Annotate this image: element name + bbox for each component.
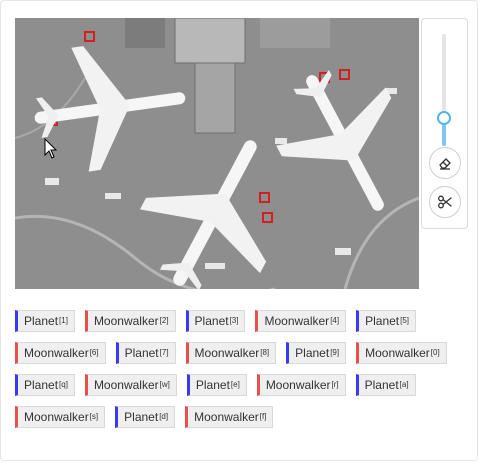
tag-label: Planet: [24, 378, 59, 392]
tag-label: Planet: [195, 378, 230, 392]
tag-hotkey: [1]: [59, 315, 68, 325]
label-tag-moonwalker[interactable]: Moonwalker [2]: [84, 310, 176, 332]
tag-hotkey: [d]: [159, 411, 169, 421]
scissors-icon: [438, 195, 452, 209]
label-tag-list: Planet [1] Moonwalker [2] Planet [3] Moonwalke…: [15, 310, 465, 438]
label-tag-planet[interactable]: Planet [5]: [356, 310, 417, 332]
label-tag-planet[interactable]: Planet [1]: [15, 310, 75, 332]
tag-label: Moonwalker: [265, 378, 331, 392]
tag-row: Planet [q] Moonwalker [w] Planet [e] Moonwalke…: [15, 374, 465, 396]
scissors-button[interactable]: [429, 186, 461, 218]
tag-label: Planet: [194, 314, 229, 328]
tag-label: Moonwalker: [194, 410, 259, 424]
terminal-building: [174, 18, 246, 64]
label-tag-planet[interactable]: Planet [9]: [286, 342, 347, 364]
tag-label: Planet: [24, 314, 59, 328]
label-tag-moonwalker[interactable]: Moonwalker [w]: [84, 374, 177, 396]
label-tag-planet[interactable]: Planet [7]: [115, 342, 176, 364]
tag-label: Moonwalker: [24, 410, 89, 424]
label-tag-planet[interactable]: Planet [3]: [185, 310, 246, 332]
zoom-slider-thumb[interactable]: [437, 111, 451, 125]
label-tag-moonwalker[interactable]: Moonwalker [4]: [255, 310, 347, 332]
label-tag-planet[interactable]: Planet [q]: [15, 374, 75, 396]
label-tag-planet[interactable]: Planet [a]: [355, 374, 416, 396]
tag-hotkey: [7]: [159, 347, 169, 357]
zoom-slider[interactable]: [442, 34, 446, 146]
vehicle: [45, 178, 59, 185]
eraser-button[interactable]: [429, 147, 461, 179]
tool-panel: [421, 18, 468, 229]
tag-label: Planet: [124, 410, 159, 424]
tag-label: Moonwalker: [24, 346, 89, 360]
tag-label: Planet: [364, 378, 399, 392]
tag-label: Planet: [365, 314, 400, 328]
tag-hotkey: [4]: [330, 315, 340, 325]
tag-label: Moonwalker: [365, 346, 430, 360]
terminal-building: [125, 18, 165, 48]
tag-hotkey: [q]: [59, 379, 68, 389]
tag-hotkey: [f]: [259, 411, 267, 421]
tag-hotkey: [a]: [399, 379, 409, 389]
tag-hotkey: [5]: [400, 315, 410, 325]
tag-row: Moonwalker [s] Planet [d] Moonwalker [f]: [15, 406, 465, 428]
label-tag-moonwalker[interactable]: Moonwalker [s]: [15, 406, 106, 428]
vehicle: [105, 193, 121, 199]
tag-hotkey: [6]: [89, 347, 99, 357]
aerial-airport-image[interactable]: [15, 18, 419, 289]
terminal-building: [194, 62, 236, 134]
vehicle: [335, 248, 351, 255]
tag-hotkey: [e]: [230, 379, 240, 389]
tag-label: Moonwalker: [93, 314, 159, 328]
tag-hotkey: [s]: [89, 411, 99, 421]
tag-row: Moonwalker [6] Planet [7] Moonwalker [8] Plane…: [15, 342, 465, 364]
tag-hotkey: [3]: [229, 315, 239, 325]
tag-hotkey: [w]: [159, 379, 170, 389]
airport-scene: [15, 18, 419, 289]
vehicle: [275, 138, 287, 144]
tag-hotkey: [0]: [430, 347, 440, 357]
tag-hotkey: [2]: [159, 315, 169, 325]
label-tag-moonwalker[interactable]: Moonwalker [0]: [356, 342, 447, 364]
label-tag-moonwalker[interactable]: Moonwalker [f]: [185, 406, 274, 428]
tag-label: Planet: [295, 346, 330, 360]
tag-label: Moonwalker: [93, 378, 159, 392]
vehicle: [205, 263, 225, 269]
tag-label: Moonwalker: [194, 346, 260, 360]
label-tag-planet[interactable]: Planet [d]: [115, 406, 176, 428]
annotation-panel: Planet [1] Moonwalker [2] Planet [3] Moonwalke…: [0, 0, 478, 461]
label-tag-moonwalker[interactable]: Moonwalker [8]: [185, 342, 277, 364]
tag-label: Planet: [124, 346, 159, 360]
terminal-building: [260, 18, 330, 48]
tag-label: Moonwalker: [264, 314, 330, 328]
label-tag-moonwalker[interactable]: Moonwalker [r]: [256, 374, 346, 396]
label-tag-planet[interactable]: Planet [e]: [186, 374, 247, 396]
label-tag-moonwalker[interactable]: Moonwalker [6]: [15, 342, 106, 364]
tag-hotkey: [9]: [330, 347, 340, 357]
tag-hotkey: [8]: [260, 347, 270, 357]
tag-row: Planet [1] Moonwalker [2] Planet [3] Moonwalke…: [15, 310, 465, 332]
tag-hotkey: [r]: [331, 379, 339, 389]
eraser-icon: [439, 158, 451, 170]
